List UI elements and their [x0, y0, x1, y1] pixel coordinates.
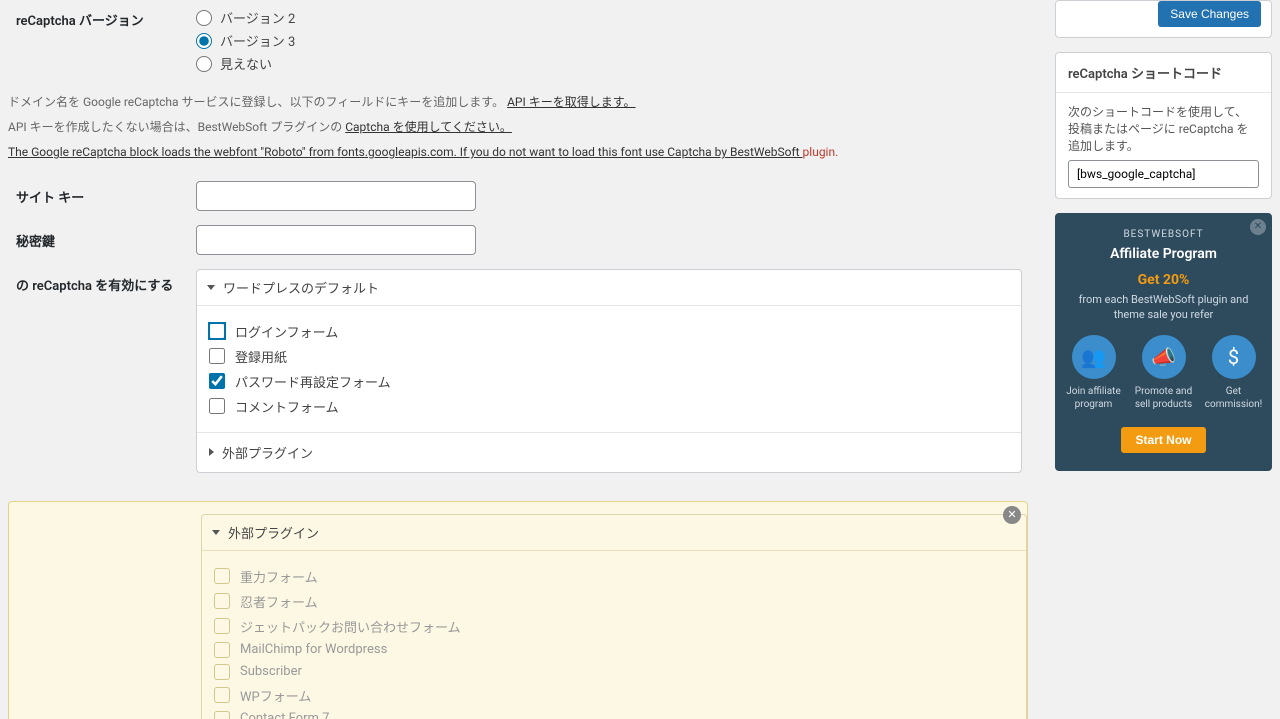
radio-version-3[interactable]: バージョン 3 — [196, 31, 1027, 50]
promo-item: Contact Form 7 — [214, 711, 1014, 719]
affiliate-col-1: 👥 Join affiliate program — [1065, 335, 1123, 411]
field-label: サイト キー — [8, 177, 188, 221]
checkbox-disabled — [214, 618, 230, 634]
affiliate-discount: Get 20% — [1063, 272, 1264, 288]
wp-default-panel: ワードプレスのデフォルト ログインフォーム 登録用紙 — [196, 269, 1022, 473]
chevron-down-icon — [212, 530, 220, 535]
field-label: 秘密鍵 — [8, 221, 188, 265]
shortcode-input[interactable] — [1068, 160, 1259, 188]
affiliate-title: Affiliate Program — [1063, 246, 1264, 262]
checkbox-label: コメントフォーム — [235, 397, 339, 416]
checkbox-label: 登録用紙 — [235, 347, 287, 366]
checkbox-label: MailChimp for Wordpress — [240, 642, 387, 657]
recaptcha-version-row: reCaptcha バージョン バージョン 2 バージョン 3 見えない — [8, 0, 1035, 87]
shortcode-description: 次のショートコードを使用して、投稿またはページに reCaptcha を追加しま… — [1068, 103, 1259, 154]
checkbox-input[interactable] — [209, 323, 225, 339]
shortcode-card: reCaptcha ショートコード 次のショートコードを使用して、投稿またはペー… — [1055, 52, 1272, 199]
field-label: の reCaptcha を有効にする — [8, 265, 188, 483]
promo-item: MailChimp for Wordpress — [214, 642, 1014, 658]
checkbox-input[interactable] — [209, 398, 225, 414]
checkbox-label: WPフォーム — [240, 686, 311, 705]
radio-label: バージョン 3 — [220, 31, 295, 50]
secret-key-input[interactable] — [196, 225, 476, 255]
plugin-link[interactable]: plugin. — [803, 145, 839, 159]
checkbox-disabled — [214, 687, 230, 703]
save-button[interactable]: Save Changes — [1158, 1, 1261, 27]
radio-input[interactable] — [196, 33, 212, 49]
checkbox-label: パスワード再設定フォーム — [235, 372, 391, 391]
people-icon: 👥 — [1072, 335, 1116, 379]
checkbox-label: 重力フォーム — [240, 567, 318, 586]
radio-invisible[interactable]: 見えない — [196, 54, 1027, 73]
promo-item: Subscriber — [214, 664, 1014, 680]
start-now-button[interactable]: Start Now — [1121, 427, 1205, 453]
promo-item: ジェットパックお問い合わせフォーム — [214, 617, 1014, 636]
checkbox-disabled — [214, 711, 230, 719]
promo-item: 重力フォーム — [214, 567, 1014, 586]
secret-key-row: 秘密鍵 — [8, 221, 1035, 265]
checkbox-disabled — [214, 593, 230, 609]
panel-foot-external[interactable]: 外部プラグイン — [197, 432, 1021, 472]
checkbox-disabled — [214, 568, 230, 584]
radio-version-2[interactable]: バージョン 2 — [196, 8, 1027, 27]
affiliate-col-2: 📣 Promote and sell products — [1135, 335, 1193, 411]
field-label: reCaptcha バージョン — [8, 0, 188, 87]
checkbox-label: ログインフォーム — [235, 322, 338, 341]
megaphone-icon: 📣 — [1142, 335, 1186, 379]
description-1: ドメイン名を Google reCaptcha サービスに登録し、以下のフィール… — [8, 93, 1035, 112]
checkbox-disabled — [214, 664, 230, 680]
checkbox-input[interactable] — [209, 348, 225, 364]
checkbox-label: Subscriber — [240, 664, 302, 679]
radio-label: 見えない — [220, 54, 272, 73]
save-card: Save Changes — [1055, 0, 1272, 38]
promo-panel-head[interactable]: 外部プラグイン — [202, 515, 1026, 551]
promo-external-plugins: ✕ 外部プラグイン 重力フォーム 忍者フォーム ジェットパックお問い合わせフォー… — [8, 501, 1028, 719]
chk-comment-form[interactable]: コメントフォーム — [209, 397, 1009, 416]
checkbox-disabled — [214, 642, 230, 658]
close-icon[interactable]: ✕ — [1250, 219, 1266, 235]
roboto-font-link[interactable]: The Google reCaptcha block loads the web… — [8, 145, 803, 159]
money-icon: $ — [1212, 335, 1256, 379]
chk-login-form[interactable]: ログインフォーム — [209, 322, 1009, 341]
promo-item: WPフォーム — [214, 686, 1014, 705]
affiliate-subtitle: from each BestWebSoft plugin and theme s… — [1063, 292, 1264, 323]
checkbox-label: Contact Form 7 — [240, 711, 329, 719]
site-key-row: サイト キー — [8, 177, 1035, 221]
api-key-link[interactable]: API キーを取得します。 — [507, 95, 635, 109]
checkbox-input[interactable] — [209, 373, 225, 389]
site-key-input[interactable] — [196, 181, 476, 211]
chevron-down-icon — [207, 285, 215, 290]
affiliate-card: ✕ BESTWEBSOFT Affiliate Program Get 20% … — [1055, 213, 1272, 471]
chevron-right-icon — [209, 448, 214, 456]
chk-reset-password-form[interactable]: パスワード再設定フォーム — [209, 372, 1009, 391]
description-2: API キーを作成したくない場合は、BestWebSoft プラグインの Cap… — [8, 118, 1035, 137]
description-3: The Google reCaptcha block loads the web… — [8, 143, 1035, 162]
enable-recaptcha-row: の reCaptcha を有効にする ワードプレスのデフォルト ログインフォーム — [8, 265, 1035, 483]
radio-label: バージョン 2 — [220, 8, 295, 27]
checkbox-label: ジェットパックお問い合わせフォーム — [240, 617, 461, 636]
close-icon[interactable]: ✕ — [1003, 506, 1021, 524]
chk-register-form[interactable]: 登録用紙 — [209, 347, 1009, 366]
affiliate-brand: BESTWEBSOFT — [1063, 229, 1264, 240]
affiliate-col-3: $ Get commission! — [1205, 335, 1263, 411]
captcha-link[interactable]: Captcha を使用してください。 — [345, 120, 512, 134]
checkbox-label: 忍者フォーム — [240, 592, 318, 611]
radio-input[interactable] — [196, 56, 212, 72]
radio-input[interactable] — [196, 10, 212, 26]
card-title: reCaptcha ショートコード — [1056, 53, 1271, 93]
promo-item: 忍者フォーム — [214, 592, 1014, 611]
panel-head-wp-default[interactable]: ワードプレスのデフォルト — [197, 270, 1021, 306]
